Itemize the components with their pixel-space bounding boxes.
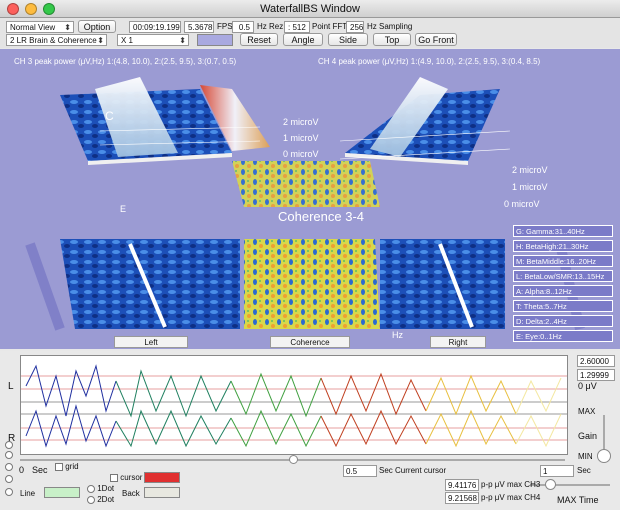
cursor-checkbox[interactable]: cursor [110, 472, 142, 484]
option-button[interactable]: Option [78, 20, 116, 33]
coherence-label: Coherence 3-4 [278, 209, 364, 224]
back-label: Back [122, 489, 140, 498]
toolbar: Normal View Option 00:09:19.199 5.36789 … [0, 18, 620, 48]
fps-label: FPS [217, 22, 233, 31]
coherence-view-button[interactable]: Coherence [270, 336, 350, 348]
elapsed-time-field: 00:09:19.199 [129, 21, 181, 33]
axis-letter-e: E [120, 204, 127, 214]
scale-select[interactable]: X 1 [117, 34, 189, 46]
right-scale-1: 1 microV [512, 182, 548, 192]
legend-delta: D: Delta:2..4Hz [513, 315, 613, 327]
zoom-window-button[interactable] [43, 3, 55, 15]
back-color-swatch[interactable] [144, 487, 180, 498]
legend-theta: T: Theta:5..7Hz [513, 300, 613, 312]
radio-4[interactable] [5, 473, 13, 485]
ch4-peak-title: CH 4 peak power (μV,Hz) 1:(4.9, 10.0), 2… [318, 57, 541, 66]
gain-label: Gain [578, 431, 598, 441]
radio-3[interactable] [5, 461, 13, 473]
legend-beta-high: H: BetaHigh:21..30Hz [513, 240, 613, 252]
scale-top-field[interactable]: 2.60000 [577, 355, 615, 367]
sec-value: 0 [19, 465, 25, 475]
line-label: Line [20, 489, 36, 498]
eeg-panel: L R 2.60000 1.29999 0 μV MAX Gain MIN 0 … [0, 351, 620, 510]
left-scale-2: 2 microV [283, 117, 319, 127]
ch3-max-label: p-p μV max CH3 [481, 480, 541, 489]
right-view-button[interactable]: Right [430, 336, 486, 348]
max-time-slider-knob[interactable] [545, 479, 556, 490]
title-bar: WaterfallBS Window [0, 0, 620, 18]
left-scale-0: 0 microV [283, 149, 319, 159]
ch4-max-field: 9.21568 [445, 492, 479, 504]
fft-points-label: Point FFT [312, 22, 348, 31]
go-front-button[interactable]: Go Front [415, 33, 457, 46]
cursor-color-swatch[interactable] [144, 472, 180, 483]
eeg-plot[interactable] [20, 355, 568, 455]
reset-button[interactable]: Reset [240, 33, 278, 46]
eeg-traces [21, 364, 567, 448]
radio-2[interactable] [5, 449, 13, 461]
legend-beta-low: L: BetaLow/SMR:13..15Hz [513, 270, 613, 282]
right-scale-2: 2 microV [512, 165, 548, 175]
side-button[interactable]: Side [328, 33, 368, 46]
legend-eye: E: Eye:0..1Hz [513, 330, 613, 342]
fft-points-field[interactable]: : 512 [284, 21, 310, 33]
coherence-flat-surface [244, 239, 380, 329]
scale-unit-label: 0 μV [578, 381, 597, 391]
legend-beta-middle: M: BetaMiddle:16..20Hz [513, 255, 613, 267]
coherence-waterfall-surface [232, 161, 380, 207]
max-time-slider-track[interactable] [530, 484, 610, 486]
left-flat-surface [60, 239, 240, 329]
ch4-max-label: p-p μV max CH4 [481, 493, 541, 502]
background-color-swatch[interactable] [197, 34, 233, 46]
gain-slider-knob[interactable] [597, 449, 611, 463]
axis-letter-c: C [105, 109, 114, 123]
cursor-sec-field[interactable]: 0.5 [343, 465, 377, 477]
view-mode-select[interactable]: Normal View [6, 21, 74, 33]
two-dot-radio[interactable]: 2Dot [87, 494, 114, 506]
axis-letter-hz: Hz [392, 330, 403, 340]
line-color-swatch[interactable] [44, 487, 80, 498]
max-time-unit: Sec [577, 466, 591, 475]
cursor-sec-label: Sec Current cursor [379, 466, 447, 475]
gain-max-label: MAX [578, 407, 596, 416]
ch3-peak-title: CH 3 peak power (μV,Hz) 1:(4.8, 10.0), 2… [14, 57, 237, 66]
window-title: WaterfallBS Window [260, 3, 360, 15]
max-time-field[interactable]: 1 [540, 465, 574, 477]
mode-select[interactable]: 2 LR Brain & Coherence [6, 34, 107, 46]
minimize-window-button[interactable] [25, 3, 37, 15]
sec-label: Sec [32, 465, 48, 475]
ch3-max-field: 9.41176 [445, 479, 479, 491]
max-time-label: MAX Time [557, 495, 599, 505]
hz-rez-label: Hz Rez [257, 22, 284, 31]
waterfall-3d-view[interactable]: CH 3 peak power (μV,Hz) 1:(4.8, 10.0), 2… [0, 49, 620, 349]
radio-5[interactable] [5, 486, 13, 498]
time-scroll-knob[interactable] [289, 455, 298, 464]
left-channel-letter: L [8, 381, 14, 392]
sampling-label: Hz Sampling [367, 22, 413, 31]
right-scale-0: 0 microV [504, 199, 540, 209]
fps-field: 5.36789 [184, 21, 214, 33]
gain-min-label: MIN [578, 452, 593, 461]
top-button[interactable]: Top [373, 33, 411, 46]
legend-gamma: G: Gamma:31..40Hz [513, 225, 613, 237]
left-scale-1: 1 microV [283, 133, 319, 143]
legend-alpha: A: Alpha:8..12Hz [513, 285, 613, 297]
sampling-field[interactable]: 256 [346, 21, 364, 33]
close-window-button[interactable] [7, 3, 19, 15]
left-view-button[interactable]: Left [114, 336, 188, 348]
angle-button[interactable]: Angle [283, 33, 323, 46]
hz-rez-field[interactable]: 0.5 [232, 21, 254, 33]
grid-checkbox[interactable]: grid [55, 461, 79, 473]
